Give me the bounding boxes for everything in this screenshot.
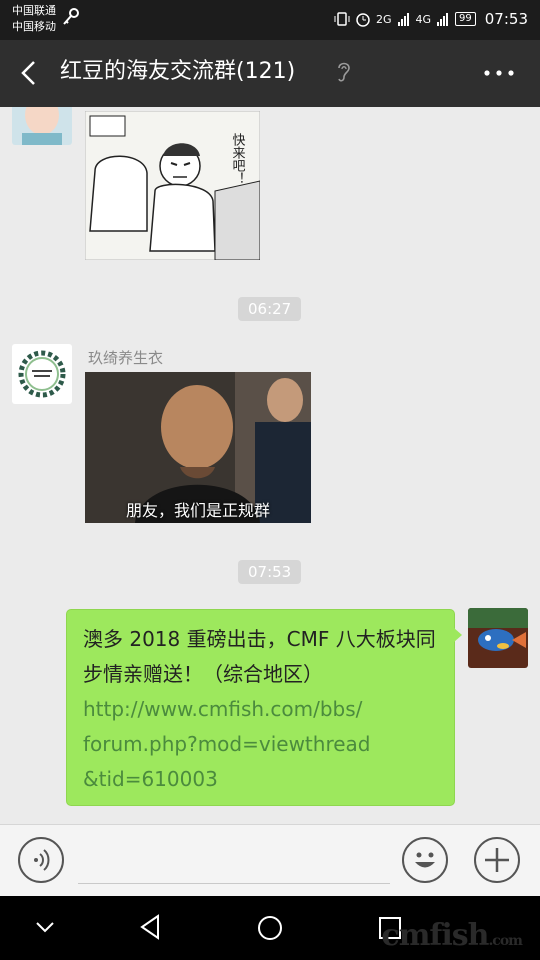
bubble-tail	[454, 628, 462, 642]
smiley-icon	[415, 852, 435, 868]
chat-title: 红豆的海友交流群(121)	[60, 59, 296, 84]
message-list[interactable]: 快来吧！ 06:27 玖绮养生衣 朋友，我们是正规群 07:53 澳多 2018…	[0, 107, 540, 824]
photo-caption: 朋友，我们是正规群	[125, 501, 270, 520]
plus-icon	[485, 848, 509, 872]
chat-header: 红豆的海友交流群(121)	[0, 40, 540, 107]
timestamp-1: 06:27	[238, 297, 302, 321]
sender-name: 玖绮养生衣	[88, 349, 164, 367]
avatar-member-1[interactable]	[12, 107, 72, 145]
photo-message[interactable]: 朋友，我们是正规群	[85, 372, 311, 523]
link-line-3: &tid=610003	[83, 767, 218, 791]
timestamp-2: 07:53	[238, 560, 302, 584]
plus-button[interactable]	[474, 837, 520, 883]
more-options-icon[interactable]	[484, 70, 514, 76]
signal-1-label: 2G	[375, 12, 392, 26]
carrier-1: 中国联通	[12, 4, 56, 17]
emoji-button[interactable]	[402, 837, 448, 883]
nav-back-icon[interactable]	[138, 914, 162, 940]
alarm-icon	[356, 13, 370, 27]
signal-bars-icon	[437, 13, 449, 26]
voice-icon	[34, 849, 50, 871]
link-line-2: forum.php?mod=viewthread	[83, 732, 371, 756]
outgoing-message-bubble[interactable]: 澳多 2018 重磅出击，CMF 八大板块同步情亲赠送！（综合地区） http:…	[66, 609, 462, 806]
watermark-suffix: .com	[488, 933, 523, 949]
system-nav-bar: cmfish.com	[0, 896, 540, 960]
voice-button[interactable]	[18, 837, 64, 883]
status-time: 07:53	[484, 10, 528, 28]
input-bar	[0, 824, 540, 897]
message-link[interactable]: http://www.cmfish.com/bbs/ forum.php?mod…	[83, 692, 443, 797]
status-bar: 中国联通 中国移动 2G 4G 99 07:53	[0, 0, 540, 40]
avatar-sender[interactable]	[12, 344, 72, 404]
watermark: cmfish.com	[381, 918, 523, 953]
carrier-labels: 中国联通 中国移动	[12, 3, 56, 35]
outgoing-text: 澳多 2018 重磅出击，CMF 八大板块同步情亲赠送！（综合地区）	[83, 627, 436, 686]
signal-2-label: 4G	[415, 12, 432, 26]
sticker-image[interactable]: 快来吧！	[85, 111, 260, 260]
ear-icon	[338, 62, 350, 82]
signal-bars-icon	[397, 13, 409, 26]
avatar-self[interactable]	[468, 608, 528, 668]
link-line-1: http://www.cmfish.com/bbs/	[83, 697, 363, 721]
battery-indicator: 99	[455, 12, 476, 26]
outgoing-message-text: 澳多 2018 重磅出击，CMF 八大板块同步情亲赠送！（综合地区） http:…	[83, 622, 443, 797]
carrier-2: 中国移动	[12, 20, 56, 33]
message-input[interactable]	[78, 883, 390, 884]
sticker-text: 快来吧！	[230, 133, 246, 185]
status-icons: 2G 4G 99 07:53	[334, 9, 528, 29]
key-icon	[63, 8, 79, 25]
nav-home-icon[interactable]	[256, 914, 284, 942]
hide-nav-icon[interactable]	[34, 920, 56, 934]
back-arrow-icon[interactable]	[18, 60, 40, 86]
watermark-main: cmfish	[381, 918, 489, 953]
vibrate-icon	[334, 12, 350, 26]
